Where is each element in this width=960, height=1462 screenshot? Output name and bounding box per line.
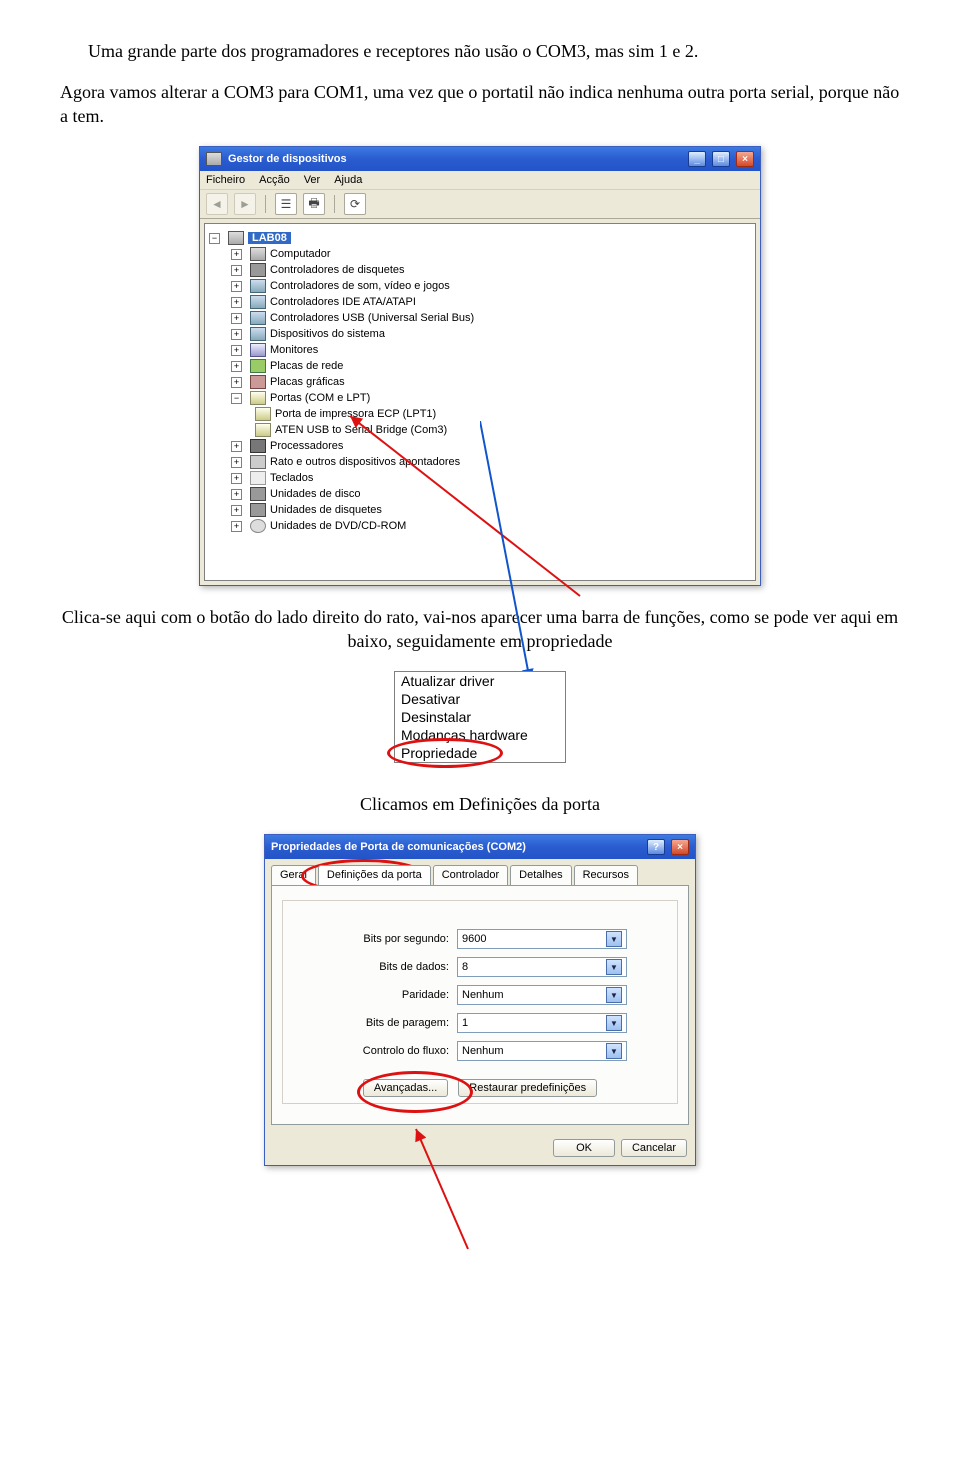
- device-manager-window: Gestor de dispositivos _ □ × Ficheiro Ac…: [199, 146, 761, 586]
- chevron-down-icon: ▼: [606, 959, 622, 975]
- context-menu: Atualizar driver Desativar Desinstalar M…: [394, 671, 566, 763]
- help-button[interactable]: ?: [647, 839, 665, 855]
- tree-node-disks[interactable]: Unidades de disco: [270, 488, 361, 500]
- port-properties-dialog: Propriedades de Porta de comunicações (C…: [264, 834, 696, 1166]
- ctx-hardware-changes[interactable]: Modanças hardware: [395, 726, 565, 744]
- ctx-update-driver[interactable]: Atualizar driver: [395, 672, 565, 690]
- chevron-down-icon: ▼: [606, 1043, 622, 1059]
- chevron-down-icon: ▼: [606, 1015, 622, 1031]
- floppy-icon: [250, 503, 266, 517]
- tab-detalhes[interactable]: Detalhes: [510, 865, 571, 885]
- menu-view[interactable]: Ver: [304, 174, 321, 186]
- menu-file[interactable]: Ficheiro: [206, 174, 245, 186]
- tree-root[interactable]: LAB08: [248, 232, 291, 244]
- advanced-button[interactable]: Avançadas...: [363, 1079, 448, 1097]
- dialog-footer: OK Cancelar: [265, 1131, 695, 1165]
- menu-bar: Ficheiro Acção Ver Ajuda: [200, 171, 760, 190]
- tab-geral[interactable]: Geral: [271, 865, 316, 885]
- window-title: Gestor de dispositivos: [228, 153, 347, 165]
- usb-icon: [250, 311, 266, 325]
- paragraph-3: Clica-se aqui com o botão do lado direit…: [60, 606, 900, 653]
- tree-node-sound[interactable]: Controladores de som, vídeo e jogos: [270, 280, 450, 292]
- cpu-icon: [250, 439, 266, 453]
- network-icon: [250, 359, 266, 373]
- dialog-title: Propriedades de Porta de comunicações (C…: [271, 841, 526, 853]
- paragraph-2: Agora vamos alterar a COM3 para COM1, um…: [60, 81, 900, 128]
- ctx-uninstall[interactable]: Desinstalar: [395, 708, 565, 726]
- port-icon: [255, 423, 271, 437]
- ports-icon: [250, 391, 266, 405]
- tree-node-com3[interactable]: ATEN USB to Serial Bridge (Com3): [275, 424, 447, 436]
- tree-node-ports[interactable]: Portas (COM e LPT): [270, 392, 370, 404]
- tree-node-floppydrives[interactable]: Unidades de disquetes: [270, 504, 382, 516]
- sound-icon: [250, 279, 266, 293]
- tab-controlador[interactable]: Controlador: [433, 865, 508, 885]
- tab-panel: Bits por segundo: 9600▼ Bits de dados: 8…: [271, 885, 689, 1125]
- dvd-icon: [250, 519, 266, 533]
- keyboard-icon: [250, 471, 266, 485]
- tree-node-system[interactable]: Dispositivos do sistema: [270, 328, 385, 340]
- tree-node-mouse[interactable]: Rato e outros dispositivos apontadores: [270, 456, 460, 468]
- cancel-button[interactable]: Cancelar: [621, 1139, 687, 1157]
- select-flowcontrol[interactable]: Nenhum▼: [457, 1041, 627, 1061]
- mouse-icon: [250, 455, 266, 469]
- ctx-disable[interactable]: Desativar: [395, 690, 565, 708]
- toolbar: ◄ ► ☰ 🖶 ⟳: [200, 190, 760, 219]
- close-button[interactable]: ×: [671, 839, 689, 855]
- scan-button[interactable]: ⟳: [344, 193, 366, 215]
- select-databits[interactable]: 8▼: [457, 957, 627, 977]
- tree-node-keyboards[interactable]: Teclados: [270, 472, 313, 484]
- label-stopbits: Bits de paragem:: [289, 1017, 449, 1029]
- tree-node-computador[interactable]: Computador: [270, 248, 331, 260]
- graphics-icon: [250, 375, 266, 389]
- print-button[interactable]: 🖶: [303, 193, 325, 215]
- chevron-down-icon: ▼: [606, 931, 622, 947]
- tree-node-ide[interactable]: Controladores IDE ATA/ATAPI: [270, 296, 416, 308]
- tab-row: Geral Definições da porta Controlador De…: [271, 865, 689, 885]
- disk-icon: [250, 487, 266, 501]
- ok-button[interactable]: OK: [553, 1139, 615, 1157]
- tree-node-network[interactable]: Placas de rede: [270, 360, 343, 372]
- app-icon: [206, 152, 222, 166]
- label-databits: Bits de dados:: [289, 961, 449, 973]
- label-parity: Paridade:: [289, 989, 449, 1001]
- floppy-controller-icon: [250, 263, 266, 277]
- tree-node-processors[interactable]: Processadores: [270, 440, 343, 452]
- back-button[interactable]: ◄: [206, 193, 228, 215]
- tab-definicoes-porta[interactable]: Definições da porta: [318, 865, 431, 885]
- tree-node-lpt1[interactable]: Porta de impressora ECP (LPT1): [275, 408, 436, 420]
- computer-icon: [228, 231, 244, 245]
- tree-node-floppy-ctrl[interactable]: Controladores de disquetes: [270, 264, 405, 276]
- tree-node-monitors[interactable]: Monitores: [270, 344, 318, 356]
- computer-icon: [250, 247, 266, 261]
- tree-node-dvd[interactable]: Unidades de DVD/CD-ROM: [270, 520, 406, 532]
- tree-node-usb[interactable]: Controladores USB (Universal Serial Bus): [270, 312, 474, 324]
- select-bps[interactable]: 9600▼: [457, 929, 627, 949]
- system-icon: [250, 327, 266, 341]
- properties-toolbar-button[interactable]: ☰: [275, 193, 297, 215]
- menu-help[interactable]: Ajuda: [334, 174, 362, 186]
- titlebar: Gestor de dispositivos _ □ ×: [200, 147, 760, 171]
- label-flowcontrol: Controlo do fluxo:: [289, 1045, 449, 1057]
- restore-defaults-button[interactable]: Restaurar predefinições: [458, 1079, 597, 1097]
- label-bps: Bits por segundo:: [289, 933, 449, 945]
- select-parity[interactable]: Nenhum▼: [457, 985, 627, 1005]
- tree-node-graphics[interactable]: Placas gráficas: [270, 376, 345, 388]
- close-button[interactable]: ×: [736, 151, 754, 167]
- tab-recursos[interactable]: Recursos: [574, 865, 638, 885]
- ide-icon: [250, 295, 266, 309]
- titlebar: Propriedades de Porta de comunicações (C…: [265, 835, 695, 859]
- minimize-button[interactable]: _: [688, 151, 706, 167]
- maximize-button[interactable]: □: [712, 151, 730, 167]
- ctx-properties[interactable]: Propriedade: [395, 744, 565, 762]
- select-stopbits[interactable]: 1▼: [457, 1013, 627, 1033]
- menu-action[interactable]: Acção: [259, 174, 290, 186]
- port-icon: [255, 407, 271, 421]
- chevron-down-icon: ▼: [606, 987, 622, 1003]
- paragraph-1: Uma grande parte dos programadores e rec…: [60, 40, 900, 63]
- paragraph-4: Clicamos em Definições da porta: [60, 793, 900, 816]
- monitor-icon: [250, 343, 266, 357]
- forward-button[interactable]: ►: [234, 193, 256, 215]
- device-tree[interactable]: −LAB08 +Computador +Controladores de dis…: [204, 223, 756, 581]
